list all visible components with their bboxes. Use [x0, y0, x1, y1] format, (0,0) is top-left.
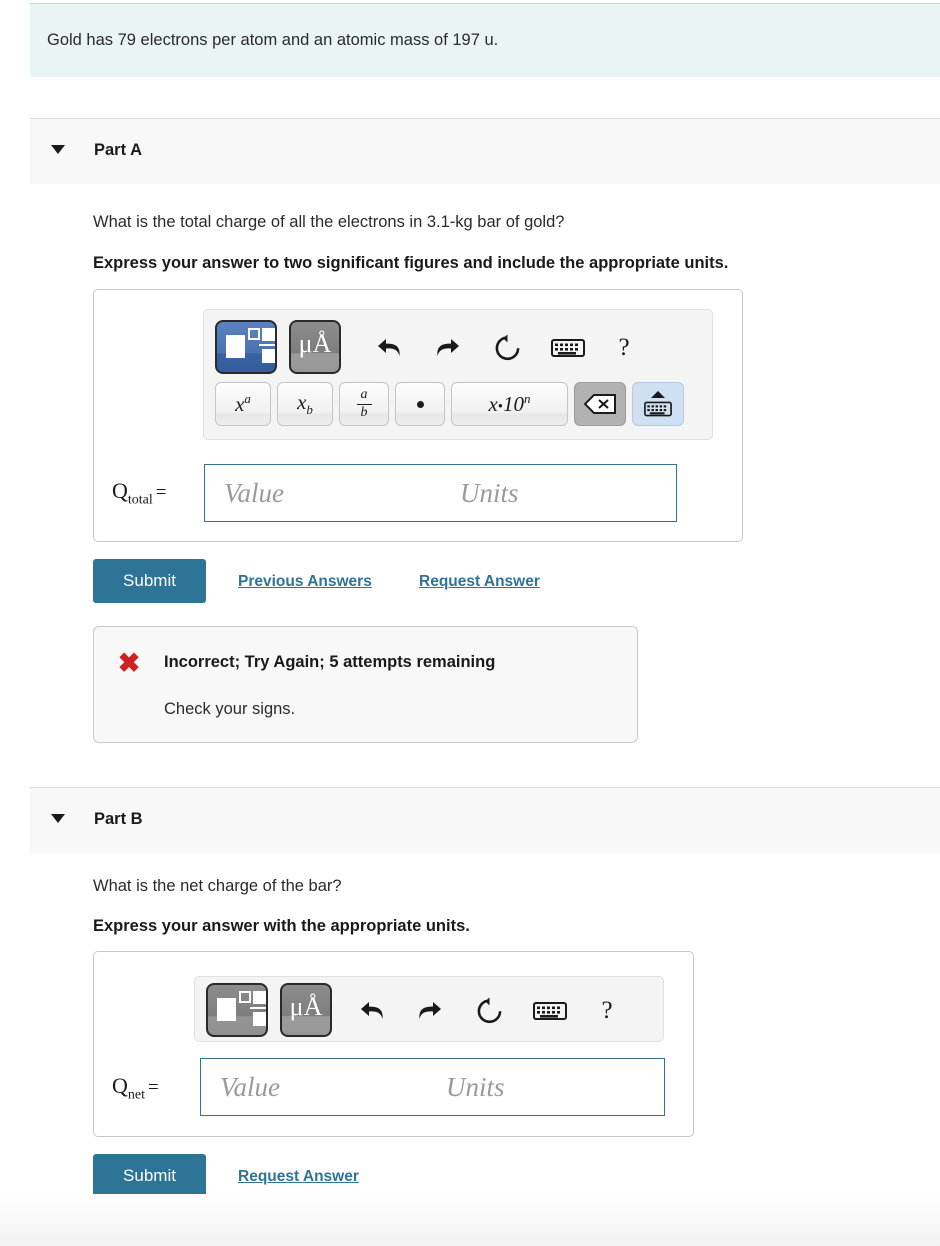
left-gutter	[0, 0, 30, 1246]
math-template-button[interactable]	[206, 983, 268, 1037]
part-a-question: What is the total charge of all the elec…	[93, 213, 565, 231]
caret-down-icon[interactable]	[51, 145, 65, 154]
template-fraction-denominator-icon	[262, 349, 275, 363]
problem-statement-text: Gold has 79 electrons per atom and an at…	[47, 31, 499, 49]
part-a-request-answer-link[interactable]: Request Answer	[419, 573, 540, 591]
part-a-feedback-box: ✖ Incorrect; Try Again; 5 attempts remai…	[93, 626, 638, 743]
template-fraction-denominator-icon	[253, 1012, 266, 1026]
template-empty-square-icon	[248, 328, 260, 340]
part-a-header[interactable]: Part A	[30, 118, 940, 184]
caret-up-icon	[651, 390, 665, 398]
reset-icon[interactable]	[485, 328, 529, 368]
answer-symbol: Q	[112, 1073, 128, 1098]
scientific-notation-key[interactable]: x•10n	[451, 382, 568, 426]
keyboard-toggle-key[interactable]	[632, 382, 684, 426]
part-a-title: Part A	[94, 141, 142, 159]
page-bottom-fade	[0, 1194, 940, 1246]
answer-subscript: net	[127, 1087, 145, 1103]
part-a-value-input[interactable]: Value	[204, 464, 442, 522]
backspace-key[interactable]	[574, 382, 626, 426]
part-a-answer-label: Qtotal =	[112, 478, 167, 508]
error-x-icon: ✖	[117, 648, 141, 678]
part-b-value-input[interactable]: Value	[200, 1058, 428, 1116]
help-icon[interactable]: ?	[604, 326, 644, 370]
unit-prefix-button[interactable]: μÅ	[289, 320, 341, 374]
part-a-answer-panel: μÅ ? xa xb a b x•10n Qtotal = Value Unit…	[93, 289, 743, 542]
dot-icon	[416, 400, 424, 408]
unit-prefix-button[interactable]: μÅ	[280, 983, 332, 1037]
undo-icon[interactable]	[350, 991, 394, 1031]
template-fraction-numerator-icon	[262, 328, 275, 341]
part-b-submit-button[interactable]: Submit	[93, 1154, 206, 1198]
problem-statement-banner: Gold has 79 electrons per atom and an at…	[30, 3, 940, 77]
caret-down-icon[interactable]	[51, 814, 65, 823]
part-a-instruction: Express your answer to two significant f…	[93, 254, 729, 272]
part-b-request-answer-link[interactable]: Request Answer	[238, 1168, 359, 1186]
part-b-header[interactable]: Part B	[30, 787, 940, 853]
equals-sign: =	[148, 1077, 159, 1098]
keyboard-icon[interactable]	[544, 330, 592, 366]
help-icon[interactable]: ?	[587, 989, 627, 1033]
template-empty-square-icon	[239, 991, 251, 1003]
part-a-previous-answers-link[interactable]: Previous Answers	[238, 573, 372, 591]
part-b-answer-label: Qnet =	[112, 1073, 159, 1103]
redo-icon[interactable]	[408, 991, 452, 1031]
template-fraction-bar-icon	[250, 1007, 266, 1009]
equals-sign: =	[155, 482, 167, 503]
undo-icon[interactable]	[367, 328, 411, 368]
template-fraction-bar-icon	[259, 344, 275, 346]
part-a-math-toolbar: μÅ ? xa xb a b x•10n	[203, 309, 713, 440]
reset-icon[interactable]	[467, 991, 511, 1031]
fraction-key[interactable]: ab	[339, 382, 389, 426]
part-b-title: Part B	[94, 810, 143, 828]
feedback-title: Incorrect; Try Again; 5 attempts remaini…	[164, 653, 496, 671]
part-b-instruction: Express your answer with the appropriate…	[93, 917, 470, 935]
part-b-question: What is the net charge of the bar?	[93, 877, 342, 895]
part-b-units-input[interactable]: Units	[427, 1058, 665, 1116]
part-b-answer-panel: μÅ ? Qnet = Value Units	[93, 951, 694, 1137]
redo-icon[interactable]	[426, 328, 470, 368]
part-a-submit-button[interactable]: Submit	[93, 559, 206, 603]
multiply-dot-key[interactable]	[395, 382, 445, 426]
keyboard-icon[interactable]	[526, 993, 574, 1029]
subscript-key[interactable]: xb	[277, 382, 333, 426]
answer-subscript: total	[127, 492, 153, 508]
feedback-detail: Check your signs.	[164, 700, 296, 718]
part-b-math-toolbar: μÅ ?	[194, 976, 664, 1042]
part-a-units-input[interactable]: Units	[441, 464, 677, 522]
keyboard-glyph-icon	[644, 401, 672, 416]
template-fraction-numerator-icon	[253, 991, 266, 1004]
template-filled-square-icon	[226, 335, 245, 358]
template-filled-square-icon	[217, 998, 236, 1021]
superscript-key[interactable]: xa	[215, 382, 271, 426]
answer-symbol: Q	[112, 478, 128, 503]
math-template-button[interactable]	[215, 320, 277, 374]
mastering-physics-problem-page: Gold has 79 electrons per atom and an at…	[0, 0, 940, 1246]
